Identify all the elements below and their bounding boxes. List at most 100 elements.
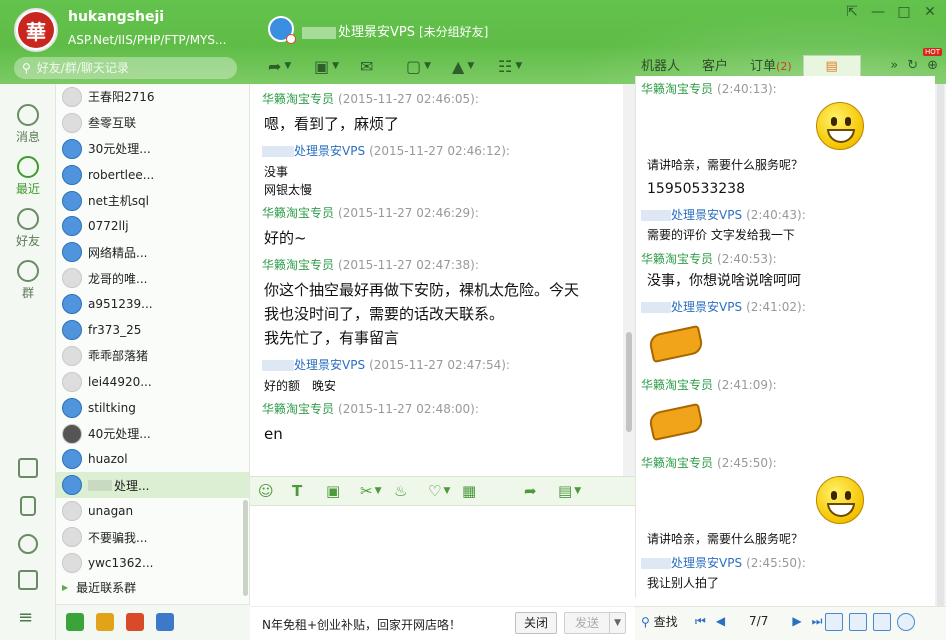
- contact-item[interactable]: 王春阳2716: [56, 84, 249, 110]
- history-button[interactable]: ▤ ▼: [558, 480, 592, 502]
- sender-name[interactable]: 华籁淘宝专员: [262, 402, 334, 416]
- history-sender[interactable]: 华籁淘宝专员: [641, 378, 713, 392]
- contact-item[interactable]: a951239...: [56, 291, 249, 317]
- contact-item[interactable]: net主机sql: [56, 188, 249, 214]
- close-button[interactable]: 关闭: [515, 612, 557, 634]
- video-call-button[interactable]: ▣ ▼: [314, 54, 360, 78]
- calendar-icon[interactable]: [825, 613, 843, 631]
- chat-message: 处理景安VPS (2015-11-27 02:46:12): 没事 网银太慢: [250, 142, 623, 204]
- add-app-button[interactable]: ☷ ▼: [498, 54, 544, 78]
- multi-chat-button[interactable]: ✉: [360, 54, 406, 78]
- contact-avatar: [62, 475, 82, 496]
- history-scroll-thumb[interactable]: [937, 84, 944, 606]
- contact-settings-icon[interactable]: [18, 534, 38, 554]
- screenshot-button[interactable]: ✂ ▼: [360, 480, 394, 502]
- search-box[interactable]: ⚲: [14, 57, 237, 79]
- chat-scrollbar[interactable]: [623, 84, 635, 476]
- history-sender[interactable]: 处理景安VPS: [671, 556, 742, 570]
- add-tab-icon[interactable]: ⊕: [927, 58, 938, 73]
- next-page-icon[interactable]: ▶: [792, 614, 801, 629]
- history-sender[interactable]: 华籁淘宝专员: [641, 82, 713, 96]
- sender-name[interactable]: 处理景安VPS: [294, 358, 365, 372]
- contact-item[interactable]: ywc1362...: [56, 550, 249, 576]
- font-button[interactable]: T: [292, 480, 326, 502]
- contact-item[interactable]: stiltking: [56, 395, 249, 421]
- contact-item[interactable]: 不要骗我...: [56, 524, 249, 550]
- export-icon[interactable]: [873, 613, 891, 631]
- contact-item[interactable]: 40元处理...: [56, 421, 249, 447]
- calculator-button[interactable]: ▦: [462, 480, 496, 502]
- transfer-button[interactable]: ➦: [524, 480, 558, 502]
- contact-item[interactable]: 叁零互联: [56, 110, 249, 136]
- chat-contact-avatar[interactable]: [268, 16, 296, 44]
- table-icon[interactable]: [849, 613, 867, 631]
- prev-page-icon[interactable]: ◀: [716, 614, 725, 629]
- last-page-icon[interactable]: ⏭: [812, 614, 823, 629]
- message-input[interactable]: [250, 506, 635, 606]
- history-sender[interactable]: 处理景安VPS: [671, 208, 742, 222]
- scissors-icon: ✂: [360, 482, 373, 500]
- contact-item[interactable]: 30元处理...: [56, 136, 249, 162]
- sender-name[interactable]: 华籁淘宝专员: [262, 258, 334, 272]
- sender-name[interactable]: 华籁淘宝专员: [262, 92, 334, 106]
- minimize-icon[interactable]: —: [870, 4, 886, 20]
- favorite-button[interactable]: ♡ ▼: [428, 480, 462, 502]
- history-pager: ⏮ ◀ 7/7 ▶ ⏭: [695, 614, 822, 629]
- more-tabs-icon[interactable]: »: [890, 58, 898, 73]
- app-store-icon[interactable]: [66, 613, 84, 631]
- screen-share-button[interactable]: ▢ ▼: [406, 54, 452, 78]
- chat-contact-group: [未分组好友]: [419, 25, 489, 39]
- find-button[interactable]: ⚲ 查找: [641, 613, 678, 630]
- sender-name[interactable]: 华籁淘宝专员: [262, 206, 334, 220]
- history-scrollbar[interactable]: [935, 84, 946, 606]
- user-signature[interactable]: ASP.Net/IIS/PHP/FTP/MYS...: [68, 33, 226, 47]
- contact-item[interactable]: lei44920...: [56, 369, 249, 395]
- contact-item[interactable]: 0772llj: [56, 213, 249, 239]
- contact-item[interactable]: robertlee...: [56, 162, 249, 188]
- contact-item[interactable]: fr373_25: [56, 317, 249, 343]
- shop-icon[interactable]: [126, 613, 144, 631]
- inbox-icon[interactable]: [18, 570, 38, 590]
- sell-icon[interactable]: [156, 613, 174, 631]
- contact-list-scrollbar[interactable]: [243, 500, 248, 596]
- bag-icon[interactable]: [96, 613, 114, 631]
- history-sender[interactable]: 华籁淘宝专员: [641, 456, 713, 470]
- remote-assist-button[interactable]: ▲ ▼: [452, 54, 498, 78]
- contact-item[interactable]: 乖乖部落猪: [56, 343, 249, 369]
- send-options-icon[interactable]: ▼: [609, 613, 621, 633]
- contact-item[interactable]: 网络精品...: [56, 239, 249, 265]
- history-sender[interactable]: 处理景安VPS: [671, 300, 742, 314]
- shake-button[interactable]: ♨: [394, 480, 428, 502]
- nav-friends[interactable]: 好友: [0, 208, 56, 249]
- nav-recent[interactable]: 最近: [0, 156, 56, 197]
- contact-item[interactable]: huazol: [56, 446, 249, 472]
- promo-link[interactable]: N年免租+创业补贴，回家开网店咯！: [262, 616, 461, 633]
- nav-messages[interactable]: 消息: [0, 104, 56, 145]
- pin-icon[interactable]: ⇱: [844, 4, 860, 20]
- close-icon[interactable]: ✕: [922, 4, 938, 20]
- contact-item[interactable]: unagan: [56, 498, 249, 524]
- sender-name[interactable]: 处理景安VPS: [294, 144, 365, 158]
- search-input[interactable]: [36, 61, 217, 75]
- cloud-icon[interactable]: [897, 613, 915, 631]
- contact-item[interactable]: 处理...: [56, 472, 249, 499]
- emoji-button[interactable]: ☺: [258, 480, 292, 502]
- chat-scroll-thumb[interactable]: [626, 332, 632, 432]
- user-avatar[interactable]: 華: [14, 8, 58, 52]
- first-page-icon[interactable]: ⏮: [695, 614, 706, 629]
- message-timestamp: (2015-11-27 02:46:05):: [338, 92, 479, 106]
- send-button[interactable]: 发送 ▼: [564, 612, 626, 634]
- menu-icon[interactable]: ≡: [18, 609, 38, 627]
- phone-icon[interactable]: [20, 496, 36, 516]
- history-message-header: 华籁淘宝专员 (2:40:53):: [636, 250, 935, 268]
- refresh-icon[interactable]: ↻: [907, 58, 918, 73]
- recent-groups-toggle[interactable]: ▶ 最近联系群: [56, 576, 249, 600]
- history-sender[interactable]: 华籁淘宝专员: [641, 252, 713, 266]
- apps-grid-icon[interactable]: [18, 458, 38, 478]
- image-button[interactable]: ▣: [326, 480, 360, 502]
- history-timestamp: (2:45:50):: [717, 456, 777, 470]
- send-file-button[interactable]: ➦ ▼: [268, 54, 314, 78]
- contact-item[interactable]: 龙哥的唯...: [56, 265, 249, 291]
- maximize-icon[interactable]: □: [896, 4, 912, 20]
- nav-groups[interactable]: 群: [0, 260, 56, 301]
